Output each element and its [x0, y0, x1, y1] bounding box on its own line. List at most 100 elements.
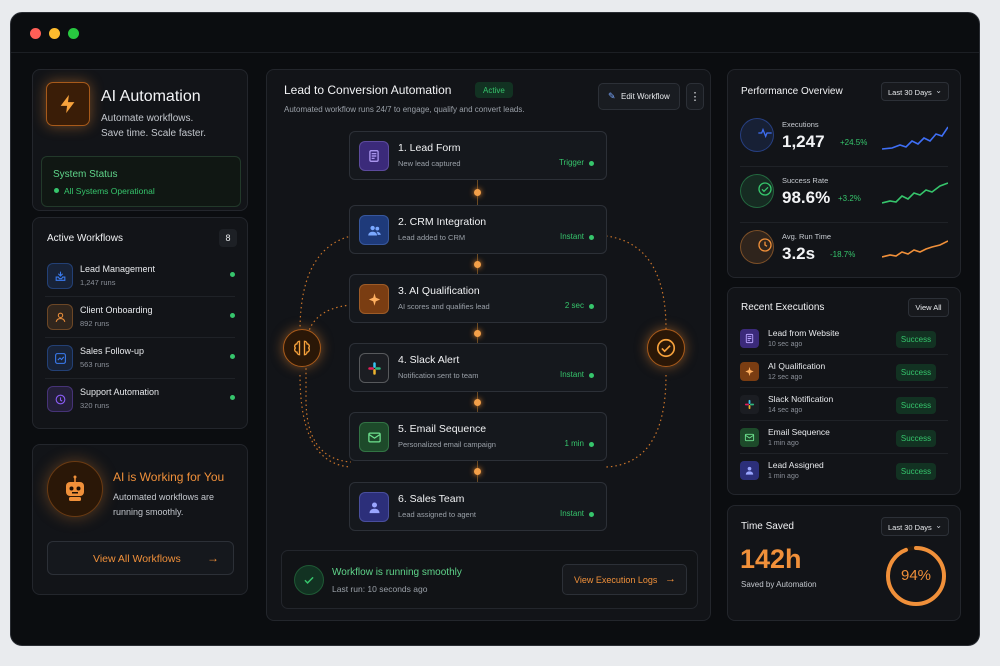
metric-sparkline [882, 182, 948, 204]
execution-name: Lead Assigned [768, 460, 824, 470]
system-status-value: All Systems Operational [64, 186, 155, 196]
divider [740, 166, 948, 167]
view-all-workflows-label: View All Workflows [93, 553, 181, 565]
metric-value: 3.2s [782, 244, 816, 263]
execution-row[interactable]: Email Sequence 1 min ago Success [740, 424, 948, 454]
connector-dot [474, 189, 481, 196]
step-description: Lead added to CRM [398, 233, 466, 242]
check-circle-icon [740, 174, 774, 208]
ai-card-title: AI is Working for You [113, 470, 225, 484]
status-badge: Success [896, 331, 936, 348]
app-window: AI Automation Automate workflows. Save t… [10, 12, 980, 646]
step-timing: Instant [559, 509, 584, 518]
workflow-step[interactable]: 4. Slack Alert Notification sent to team I… [349, 343, 607, 392]
workflow-runs: 563 runs [80, 360, 110, 369]
metric-change: -18.7% [830, 250, 856, 259]
execution-time: 1 min ago [768, 473, 799, 480]
step-description: AI scores and qualifies lead [398, 302, 490, 311]
execution-time: 12 sec ago [768, 374, 803, 381]
status-dot [589, 512, 594, 517]
status-dot [230, 313, 235, 318]
workflow-item[interactable]: Sales Follow-up 563 runs [45, 342, 235, 379]
step-title: 6. Sales Team [398, 493, 465, 505]
metric-value: 1,247 [782, 132, 825, 151]
step-timing: 1 min [564, 439, 584, 448]
performance-panel: Performance Overview Last 30 Days ⌄ Exec… [727, 69, 961, 278]
view-all-button[interactable]: View All [908, 298, 949, 317]
execution-row[interactable]: Slack Notification 14 sec ago Success [740, 391, 948, 421]
workflow-runs: 1,247 runs [80, 278, 116, 287]
sparkle-icon [740, 362, 759, 381]
status-badge: Success [896, 430, 936, 447]
workflow-step[interactable]: 6. Sales Team Lead assigned to agent Insta… [349, 482, 607, 531]
recent-executions-title: Recent Executions [741, 302, 825, 313]
status-dot [589, 235, 594, 240]
workflow-step[interactable]: 3. AI Qualification AI scores and qualifi… [349, 274, 607, 323]
maximize-window-button[interactable] [68, 28, 79, 39]
minimize-window-button[interactable] [49, 28, 60, 39]
person-icon [359, 492, 389, 522]
time-saved-value: 142h [740, 544, 802, 574]
execution-time: 14 sec ago [768, 407, 803, 414]
tagline-2: Save time. Scale faster. [101, 128, 207, 139]
ai-working-panel: AI is Working for You Automated workflow… [32, 444, 248, 595]
form-icon [359, 141, 389, 171]
step-description: Notification sent to team [398, 371, 479, 380]
step-title: 3. AI Qualification [398, 285, 480, 297]
status-badge: Success [896, 397, 936, 414]
workflow-step[interactable]: 2. CRM Integration Lead added to CRM Insta… [349, 205, 607, 254]
execution-row[interactable]: Lead Assigned 1 min ago Success [740, 457, 948, 487]
status-dot [589, 304, 594, 309]
performance-range-select[interactable]: Last 30 Days ⌄ [881, 82, 949, 101]
step-title: 5. Email Sequence [398, 423, 487, 435]
connector-dot [474, 398, 481, 406]
workflow-step[interactable]: 1. Lead Form New lead captured Trigger [349, 131, 607, 180]
execution-name: Lead from Website [768, 328, 840, 338]
robot-icon [47, 461, 103, 517]
step-description: Lead assigned to agent [398, 510, 476, 519]
time-saved-range-label: Last 30 Days [888, 523, 932, 532]
app-title: AI Automation [101, 88, 201, 105]
lightning-icon [46, 82, 90, 126]
connector-dot [474, 468, 481, 475]
chevron-down-icon: ⌄ [935, 521, 942, 530]
active-workflows-panel: Active Workflows 8 Lead Management 1,247 … [32, 217, 248, 429]
status-dot [230, 354, 235, 359]
view-execution-logs-button[interactable]: View Execution Logs → [562, 564, 687, 595]
time-saved-range-select[interactable]: Last 30 Days ⌄ [881, 517, 949, 536]
slack-icon [359, 353, 389, 383]
workflow-item[interactable]: Lead Management 1,247 runs [45, 260, 235, 297]
workflow-name: Lead Management [80, 264, 156, 274]
execution-row[interactable]: Lead from Website 10 sec ago Success [740, 325, 948, 355]
connector-dot [474, 260, 481, 268]
brand-panel: AI Automation Automate workflows. Save t… [32, 69, 248, 211]
system-status-card: System Status All Systems Operational [41, 156, 241, 207]
time-saved-title: Time Saved [741, 521, 794, 532]
headset-icon [47, 386, 73, 412]
step-timing: Trigger [558, 158, 584, 167]
mail-icon [359, 422, 389, 452]
status-badge: Success [896, 463, 936, 480]
form-icon [740, 329, 759, 348]
metric-sparkline [882, 240, 948, 258]
titlebar [11, 13, 979, 53]
connector-dot [474, 329, 481, 337]
execution-name: Slack Notification [768, 394, 834, 404]
execution-time: 10 sec ago [768, 341, 803, 348]
execution-row[interactable]: AI Qualification 12 sec ago Success [740, 358, 948, 388]
time-saved-sub: Saved by Automation [741, 580, 817, 589]
ai-card-line-1: Automated workflows are [113, 492, 215, 502]
performance-range-label: Last 30 Days [888, 88, 932, 97]
view-all-workflows-button[interactable]: View All Workflows → [47, 541, 234, 575]
slack-icon [740, 395, 759, 414]
chevron-down-icon: ⌄ [935, 86, 942, 95]
workflow-item[interactable]: Client Onboarding 892 runs [45, 301, 235, 338]
workflow-item[interactable]: Support Automation 320 runs [45, 383, 235, 420]
brain-icon [283, 329, 321, 367]
workflow-runs: 892 runs [80, 319, 110, 328]
sparkle-icon [359, 284, 389, 314]
active-workflows-count: 8 [219, 229, 237, 247]
metric-value: 98.6% [782, 188, 831, 207]
close-window-button[interactable] [30, 28, 41, 39]
workflow-step[interactable]: 5. Email Sequence Personalized email camp… [349, 412, 607, 461]
